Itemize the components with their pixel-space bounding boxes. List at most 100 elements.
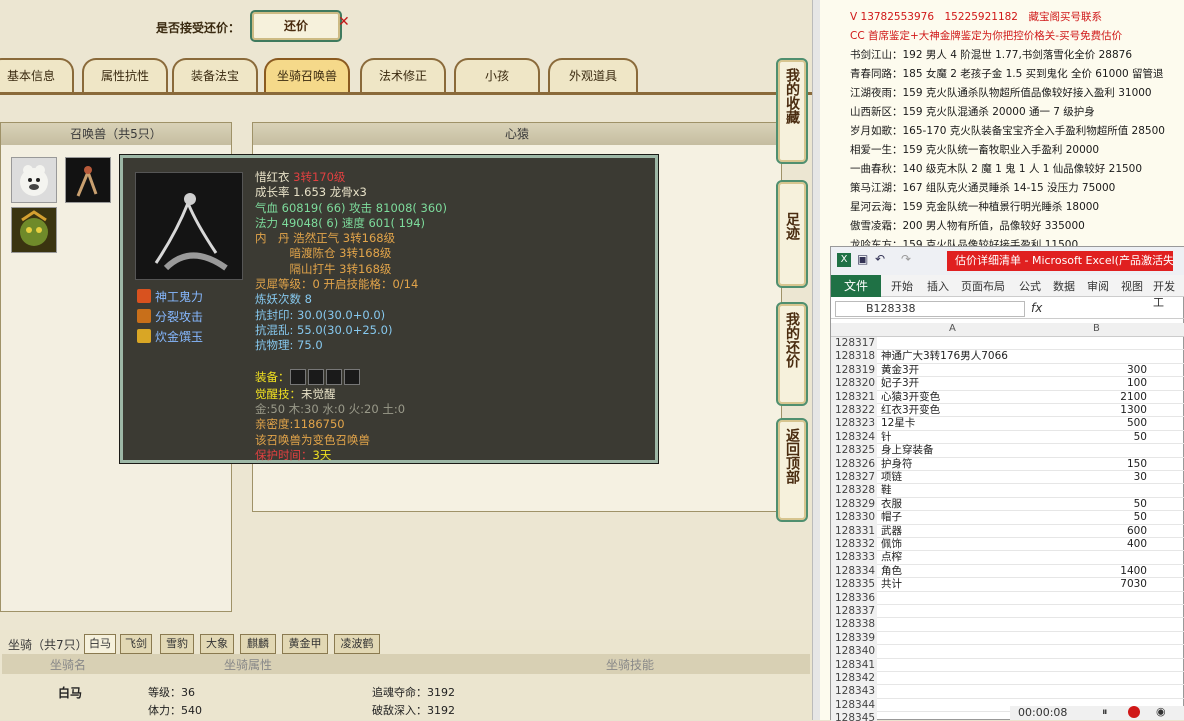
cell-b[interactable]: 1400 [1027,565,1151,578]
tab-child[interactable]: 小孩 [454,58,540,92]
sheet-row[interactable]: 128321 心猿3开变色 2100 [831,390,1184,404]
cell-a[interactable]: 帽子 [881,511,1027,524]
tab-equipment[interactable]: 装备法宝 [172,58,258,92]
cell-b[interactable]: 300 [1027,364,1151,377]
cell-a[interactable]: 针 [881,431,1027,444]
skill-shengong[interactable]: 神工鬼力 [137,288,203,306]
sheet-row[interactable]: 128335 共计 7030 [831,578,1184,592]
sheet-row[interactable]: 128338 [831,618,1184,632]
redo-icon[interactable]: ↷ [901,252,911,266]
mount-tab[interactable]: 黄金甲 [282,634,328,654]
counter-offer-button[interactable]: 还价 [250,10,342,42]
cell-b[interactable]: 400 [1027,538,1151,551]
cell-b[interactable]: 50 [1027,498,1151,511]
back-to-top-button[interactable]: 返回顶部 [776,418,808,522]
cell-b[interactable]: 50 [1027,511,1151,524]
sheet-row[interactable]: 128337 [831,605,1184,619]
sheet-row[interactable]: 128334 角色 1400 [831,564,1184,579]
sheet-row[interactable]: 128322 红衣3开变色 1300 [831,404,1184,418]
cell-a[interactable]: 项链 [881,471,1027,484]
sheet-grid[interactable]: 128317 128318 神通广大3转176男人7066 128319 黄金3开 300… [831,337,1184,721]
equip-slot-icon[interactable] [343,368,360,385]
sheet-row[interactable]: 128325 身上穿装备 [831,444,1184,458]
sheet-row[interactable]: 128320 妃子3开 100 [831,377,1184,391]
equip-slot-icon[interactable] [307,368,324,385]
undo-icon[interactable]: ↶ [875,252,885,266]
skill-chuijin[interactable]: 炊金馔玉 [137,328,203,346]
name-box[interactable]: B128338 [835,301,1025,317]
cell-b[interactable]: 150 [1027,458,1151,471]
cell-a[interactable]: 神通广大3转176男人7066 [881,350,1027,363]
file-tab[interactable]: 文件 [831,275,881,297]
ribbon-tab-data[interactable]: 数据 [1053,278,1075,294]
cell-a[interactable]: 鞋 [881,484,1027,497]
record-icon[interactable] [1128,706,1140,718]
col-header-a[interactable]: A [949,323,956,334]
cell-a[interactable]: 护身符 [881,458,1027,471]
tab-mount-summon[interactable]: 坐骑召唤兽 [264,58,350,92]
pause-icon[interactable]: ⏸ [1102,705,1108,719]
tab-appearance[interactable]: 外观道具 [548,58,638,92]
my-favorites-button[interactable]: 我的收藏 [776,58,808,164]
sheet-row[interactable]: 128331 武器 600 [831,524,1184,538]
sheet-row[interactable]: 128336 [831,591,1184,605]
cell-a[interactable]: 12星卡 [881,417,1027,430]
ribbon-tab-view[interactable]: 视图 [1121,278,1143,294]
ribbon-tab-formulas[interactable]: 公式 [1019,278,1041,294]
mount-tab[interactable]: 麒麟 [240,634,276,654]
cell-a[interactable]: 佩饰 [881,538,1027,551]
sheet-row[interactable]: 128332 佩饰 400 [831,538,1184,552]
close-icon[interactable]: ✕ [338,14,350,30]
cell-a[interactable]: 红衣3开变色 [881,404,1027,417]
mount-tab[interactable]: 凌波鹤 [334,634,380,654]
sheet-row[interactable]: 128340 [831,645,1184,659]
cell-a[interactable]: 心猿3开变色 [881,391,1027,404]
cell-a[interactable]: 身上穿装备 [881,444,1027,457]
sheet-row[interactable]: 128341 [831,658,1184,672]
sheet-row[interactable]: 128343 [831,685,1184,699]
cell-b[interactable]: 600 [1027,525,1151,538]
summon-avatar-xiyuan[interactable] [65,157,111,203]
cell-b[interactable]: 7030 [1027,578,1151,591]
mount-tab[interactable]: 雪豹 [160,634,194,654]
cell-b[interactable]: 50 [1027,431,1151,444]
cell-b[interactable]: 30 [1027,471,1151,484]
equip-slot-icon[interactable] [289,368,306,385]
sheet-row[interactable]: 128326 护身符 150 [831,457,1184,471]
tab-basic-info[interactable]: 基本信息 [0,58,74,92]
cell-b[interactable]: 100 [1027,377,1151,390]
sheet-row[interactable]: 128333 点榨 [831,551,1184,565]
cell-a[interactable]: 角色 [881,565,1027,578]
sheet-row[interactable]: 128339 [831,631,1184,646]
skill-fenlie[interactable]: 分裂攻击 [137,308,203,326]
ribbon-tab-layout[interactable]: 页面布局 [961,278,1005,294]
sheet-row[interactable]: 128342 [831,672,1184,686]
fx-icon[interactable]: fx [1031,301,1042,315]
ribbon-tab-review[interactable]: 审阅 [1087,278,1109,294]
mount-tab[interactable]: 白马 [84,634,116,654]
sheet-row[interactable]: 128323 12星卡 500 [831,417,1184,431]
ribbon-tab-insert[interactable]: 插入 [927,278,949,294]
sheet-row[interactable]: 128328 鞋 [831,484,1184,498]
cell-a[interactable]: 衣服 [881,498,1027,511]
sheet-row[interactable]: 128330 帽子 50 [831,511,1184,525]
sheet-row[interactable]: 128318 神通广大3转176男人7066 [831,350,1184,364]
sheet-row[interactable]: 128327 项链 30 [831,471,1184,485]
summon-avatar-bear[interactable] [11,157,57,203]
my-counter-offers-button[interactable]: 我的还价 [776,302,808,406]
cell-b[interactable]: 1300 [1027,404,1151,417]
sheet-row[interactable]: 128317 [831,337,1184,351]
camera-icon[interactable]: ◉ [1156,705,1166,718]
save-icon[interactable]: ▣ [857,252,868,266]
summon-avatar-goblin[interactable] [11,207,57,253]
sheet-row[interactable]: 128319 黄金3开 300 [831,363,1184,378]
tab-spell-mod[interactable]: 法术修正 [360,58,446,92]
cell-a[interactable]: 武器 [881,525,1027,538]
col-header-b[interactable]: B [1093,323,1100,334]
cell-b[interactable]: 500 [1027,417,1151,430]
tab-attributes[interactable]: 属性抗性 [82,58,168,92]
sheet-row[interactable]: 128324 针 50 [831,430,1184,445]
ribbon-tab-home[interactable]: 开始 [891,278,913,294]
cell-b[interactable]: 2100 [1027,391,1151,404]
cell-a[interactable]: 妃子3开 [881,377,1027,390]
